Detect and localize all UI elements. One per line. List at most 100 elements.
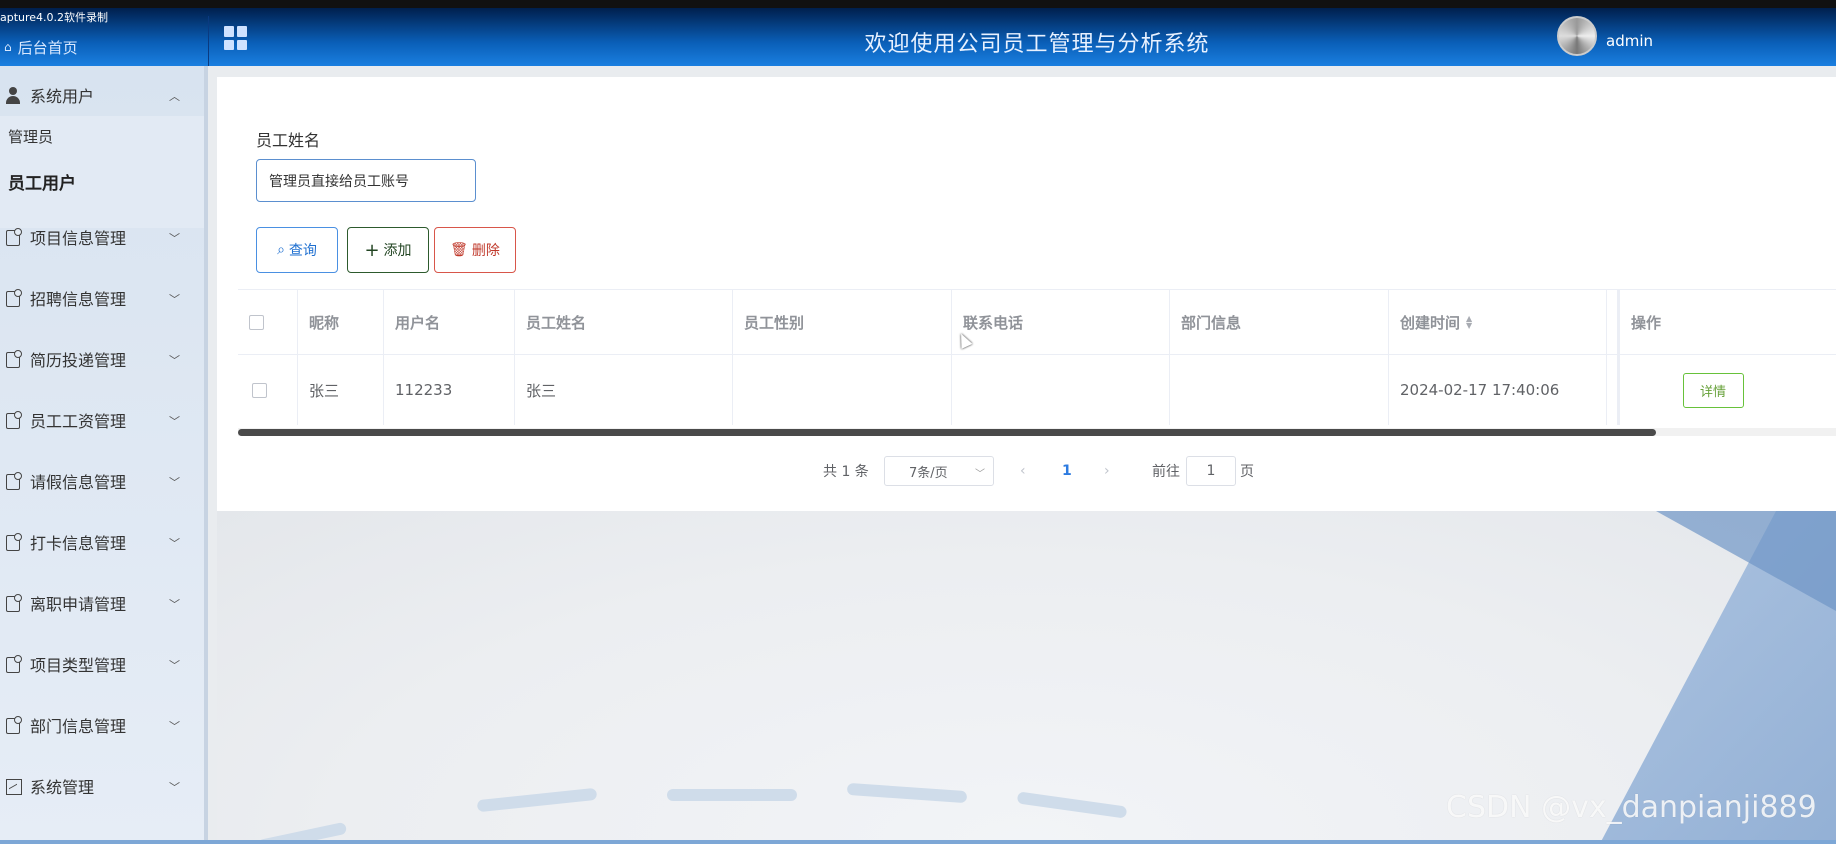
avatar[interactable] <box>1557 16 1597 56</box>
sidebar-item-resignation[interactable]: 离职申请管理 ﹀ <box>0 574 204 632</box>
query-label: 查询 <box>288 243 317 259</box>
sidebar-item-label: 打卡信息管理 <box>30 534 127 553</box>
user-icon <box>4 86 24 104</box>
page-number-1[interactable]: 1 <box>1062 456 1072 486</box>
goto-suffix: 页 <box>1240 464 1254 480</box>
add-label: 添加 <box>383 243 412 259</box>
table-header: 昵称 用户名 员工姓名 员工性别 联系电话 部门信息 创建时间 ▲ ▼ 操作 <box>238 290 1836 355</box>
delete-button[interactable]: 🗑 删除 <box>434 227 516 273</box>
cell-gender <box>733 355 952 425</box>
add-button[interactable]: + 添加 <box>347 227 429 273</box>
detail-button[interactable]: 详情 <box>1682 372 1744 408</box>
chevron-down-icon: ﹀ <box>169 293 180 306</box>
cell-department <box>1170 355 1389 425</box>
header-divider <box>208 16 209 66</box>
employee-name-input[interactable] <box>256 159 476 202</box>
header-created-label: 创建时间 <box>1400 313 1461 332</box>
trash-icon: 🗑 <box>450 242 468 258</box>
sidebar-item-label: 离职申请管理 <box>30 595 127 614</box>
sidebar-item-label: 系统用户 <box>30 87 95 106</box>
chevron-down-icon: ﹀ <box>169 720 180 733</box>
chevron-down-icon: ﹀ <box>975 469 985 480</box>
sidebar-item-leave[interactable]: 请假信息管理 ﹀ <box>0 452 204 510</box>
goto-page-input[interactable] <box>1186 456 1236 486</box>
cell-nickname: 张三 <box>298 355 384 425</box>
employee-name-label: 员工姓名 <box>256 131 321 150</box>
sidebar-item-label: 项目类型管理 <box>30 656 127 675</box>
sidebar-subitem-label: 员工用户 <box>8 174 76 194</box>
sidebar-item-recruitment[interactable]: 招聘信息管理 ﹀ <box>0 269 204 327</box>
sidebar-item-resume[interactable]: 简历投递管理 ﹀ <box>0 330 204 388</box>
document-icon <box>4 472 24 490</box>
menu-grid-icon[interactable] <box>224 26 248 50</box>
cell-created: 2024-02-17 17:40:06 <box>1389 355 1607 425</box>
sort-icon[interactable]: ▲ ▼ <box>1466 315 1472 330</box>
image-icon <box>4 777 24 795</box>
sidebar-item-salary[interactable]: 员工工资管理 ﹀ <box>0 391 204 449</box>
document-icon <box>4 228 24 246</box>
data-table: 昵称 用户名 员工姓名 员工性别 联系电话 部门信息 创建时间 ▲ ▼ 操作 张三… <box>238 289 1836 427</box>
home-icon: ⌂ <box>4 40 12 54</box>
chevron-down-icon: ﹀ <box>169 476 180 489</box>
next-page-button[interactable]: › <box>1104 456 1110 486</box>
header-action: 操作 <box>1617 290 1836 354</box>
document-icon <box>4 655 24 673</box>
pagination-total: 共 1 条 <box>823 464 869 480</box>
document-icon <box>4 289 24 307</box>
header-created[interactable]: 创建时间 ▲ ▼ <box>1389 290 1607 354</box>
sidebar-item-system-management[interactable]: 系统管理 ﹀ <box>0 757 204 815</box>
chevron-down-icon: ﹀ <box>169 659 180 672</box>
query-button[interactable]: ⌕ 查询 <box>256 227 338 273</box>
sidebar-subitem-label: 管理员 <box>8 128 54 146</box>
document-icon <box>4 594 24 612</box>
chevron-down-icon: ﹀ <box>169 354 180 367</box>
sidebar-item-label: 系统管理 <box>30 778 95 797</box>
header-username[interactable]: 用户名 <box>384 290 515 354</box>
sidebar-subitem-employee-users[interactable]: 员工用户 <box>0 169 204 194</box>
cell-action: 详情 <box>1617 355 1836 425</box>
header-nickname[interactable]: 昵称 <box>298 290 384 354</box>
sidebar-item-label: 部门信息管理 <box>30 717 127 736</box>
cell-username: 112233 <box>384 355 515 425</box>
sidebar-item-attendance[interactable]: 打卡信息管理 ﹀ <box>0 513 204 571</box>
home-label: 后台首页 <box>17 38 78 57</box>
chevron-down-icon: ﹀ <box>169 598 180 611</box>
header-name[interactable]: 员工姓名 <box>515 290 733 354</box>
sidebar-item-department[interactable]: 部门信息管理 ﹀ <box>0 696 204 754</box>
sidebar: 系统用户 ︿ 管理员 员工用户 项目信息管理 ﹀ 招聘信息管理 ﹀ 简历投递管理… <box>0 66 208 844</box>
sidebar-item-project-type[interactable]: 项目类型管理 ﹀ <box>0 635 204 693</box>
recorder-label: apture4.0.2软件录制 <box>0 11 109 24</box>
goto-label: 前往 <box>1152 464 1180 480</box>
row-checkbox[interactable] <box>252 382 267 398</box>
username[interactable]: admin <box>1606 32 1653 50</box>
page-size-select[interactable]: 7条/页 ﹀ <box>884 456 994 486</box>
page-size-value: 7条/页 <box>909 465 948 481</box>
horizontal-scrollbar-thumb[interactable] <box>238 429 1656 436</box>
sidebar-item-system-users[interactable]: 系统用户 ︿ <box>0 66 204 124</box>
header-phone[interactable]: 联系电话 <box>952 290 1170 354</box>
top-strip <box>0 0 1836 8</box>
document-icon <box>4 716 24 734</box>
sidebar-item-project-info[interactable]: 项目信息管理 ﹀ <box>0 208 204 266</box>
select-all-checkbox[interactable] <box>249 314 264 330</box>
sidebar-item-label: 项目信息管理 <box>30 229 127 248</box>
header-select-cell <box>238 290 298 354</box>
watermark: CSDN @vx_danpianji889 <box>1446 790 1817 825</box>
chevron-down-icon: ﹀ <box>169 232 180 245</box>
table-row: 张三 112233 张三 2024-02-17 17:40:06 详情 <box>238 355 1836 425</box>
delete-label: 删除 <box>471 243 500 259</box>
row-select-cell <box>238 355 298 425</box>
bottom-edge <box>0 840 1836 844</box>
sidebar-item-label: 请假信息管理 <box>30 473 127 492</box>
document-icon <box>4 350 24 368</box>
cell-name: 张三 <box>515 355 733 425</box>
chevron-down-icon: ﹀ <box>169 415 180 428</box>
sidebar-subitem-admin[interactable]: 管理员 <box>0 126 204 147</box>
search-icon: ⌕ <box>277 242 285 258</box>
header-department[interactable]: 部门信息 <box>1170 290 1389 354</box>
header-gender[interactable]: 员工性别 <box>733 290 952 354</box>
prev-page-button[interactable]: ‹ <box>1020 456 1026 486</box>
sidebar-item-label: 简历投递管理 <box>30 351 127 370</box>
document-icon <box>4 533 24 551</box>
home-link[interactable]: ⌂ 后台首页 <box>0 32 208 62</box>
